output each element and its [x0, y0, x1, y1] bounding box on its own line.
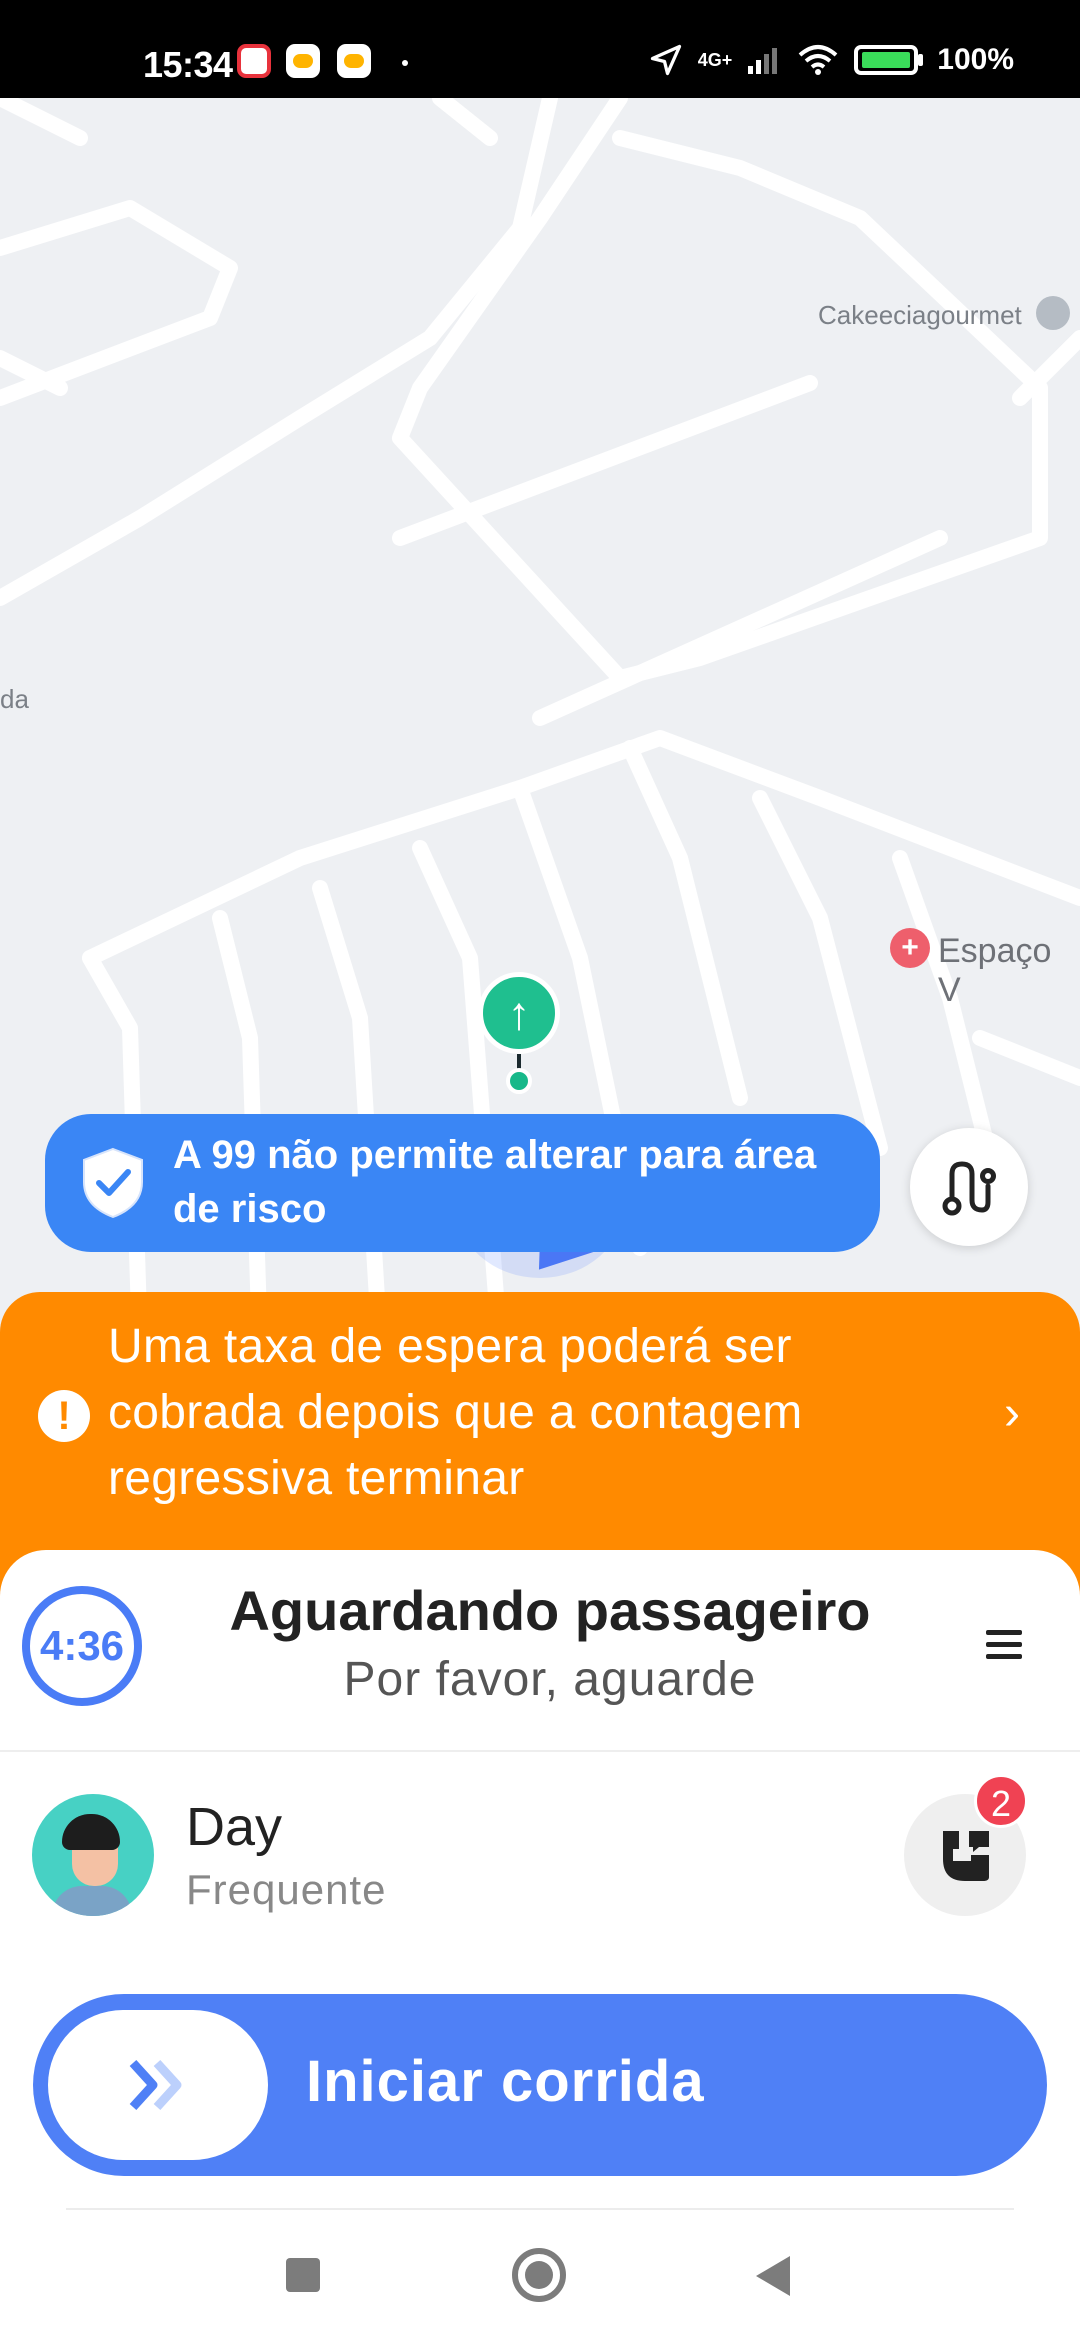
poi-label[interactable]: Cakeeciagourmet [818, 300, 1022, 331]
restaurant-poi-icon[interactable] [1036, 296, 1070, 330]
recent-apps-button[interactable] [286, 2258, 320, 2292]
mail-icon [237, 44, 271, 78]
unread-messages-badge: 2 [974, 1774, 1028, 1828]
waiting-fee-text: Uma taxa de espera poderá ser cobrada de… [108, 1320, 803, 1505]
passenger-name: Day [186, 1797, 283, 1857]
slider-knob[interactable] [48, 2010, 268, 2160]
route-icon [942, 1161, 996, 1216]
trip-status-subtitle: Por favor, aguarde [343, 1653, 757, 1706]
battery-tip [918, 54, 924, 66]
battery-level: 100% [937, 43, 1014, 76]
99-app-icon [337, 44, 371, 78]
warning-icon: ! [38, 1390, 90, 1442]
passenger-tag: Frequente [186, 1866, 387, 1913]
passenger-avatar [32, 1794, 154, 1916]
home-button[interactable] [512, 2248, 566, 2302]
risk-banner-text: A 99 não permite alterar para área de ri… [173, 1133, 817, 1231]
status-time: 15:34 [143, 44, 233, 85]
countdown-timer: 4:36 [22, 1586, 142, 1706]
pickup-point-dot [506, 1068, 532, 1094]
network-type: 4G+ [697, 49, 733, 70]
status-bar: 15:34 4G+ 100% [0, 0, 1080, 98]
menu-icon[interactable] [986, 1630, 1022, 1660]
chevron-right-icon[interactable]: › [1004, 1386, 1020, 1441]
poi-label: da [0, 684, 29, 714]
status-indicators: 4G+ 100% [648, 42, 1014, 78]
battery-charging-icon [854, 45, 919, 75]
phone-chat-icon [943, 1831, 989, 1881]
wifi-icon [798, 45, 838, 75]
trip-status-title: Aguardando passageiro [229, 1579, 871, 1642]
back-button[interactable] [756, 2256, 790, 2296]
shield-check-icon [83, 1147, 143, 1219]
poi-label[interactable]: Espaço V [938, 932, 1080, 1010]
route-button[interactable] [910, 1128, 1028, 1246]
start-trip-label: Iniciar corrida [306, 2049, 705, 2114]
signal-icon [748, 48, 778, 74]
risk-area-banner: A 99 não permite alterar para área de ri… [45, 1114, 880, 1252]
pickup-marker-icon[interactable]: ↑ [478, 972, 560, 1054]
99-app-icon [286, 44, 320, 78]
divider [0, 1750, 1080, 1752]
more-notifications-dot [402, 60, 408, 66]
health-poi-icon[interactable]: + [890, 928, 930, 968]
double-chevron-right-icon [129, 2059, 182, 2111]
countdown-value: 4:36 [39, 1622, 125, 1669]
location-arrow-icon [650, 44, 681, 76]
divider [66, 2208, 1014, 2210]
